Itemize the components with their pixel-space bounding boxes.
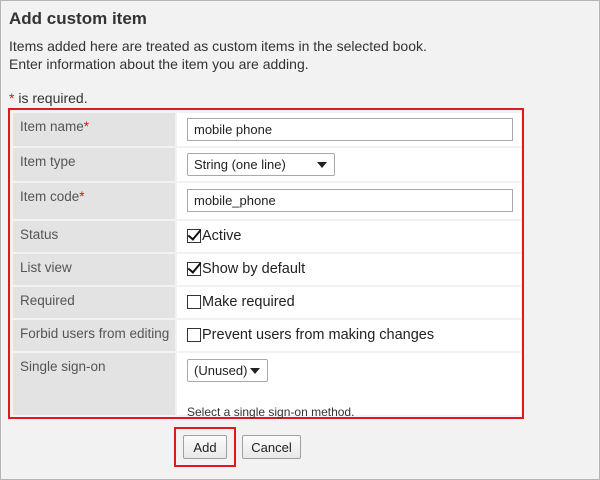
list-view-checkbox-wrap[interactable]: Show by default bbox=[187, 261, 305, 277]
row-item-name: Item name* bbox=[13, 113, 521, 146]
list-view-label: List view bbox=[13, 254, 175, 285]
single-sign-on-label: Single sign-on bbox=[13, 353, 175, 415]
row-required: Required Make required bbox=[13, 287, 521, 318]
row-forbid-editing: Forbid users from editing Prevent users … bbox=[13, 320, 521, 351]
show-by-default-label: Show by default bbox=[202, 261, 306, 277]
item-type-selected: String (one line) bbox=[194, 157, 286, 172]
required-note: * is required. bbox=[9, 90, 88, 106]
custom-item-form: Item name* Item type String (one line) I… bbox=[8, 108, 524, 419]
make-required-label: Make required bbox=[202, 294, 295, 310]
single-sign-on-cell: (Unused) Select a single sign-on method. bbox=[177, 353, 521, 419]
required-label: Required bbox=[13, 287, 175, 318]
prevent-changes-label: Prevent users from making changes bbox=[202, 327, 435, 343]
forbid-editing-cell: Prevent users from making changes bbox=[177, 320, 521, 351]
page-description: Items added here are treated as custom i… bbox=[9, 37, 427, 73]
required-star: * bbox=[79, 189, 85, 204]
item-code-label: Item code* bbox=[13, 183, 175, 219]
description-line-1: Items added here are treated as custom i… bbox=[9, 38, 427, 54]
required-star: * bbox=[83, 119, 90, 134]
make-required-checkbox[interactable] bbox=[187, 295, 201, 309]
row-single-sign-on: Single sign-on (Unused) Select a single … bbox=[13, 353, 521, 419]
required-note-text: is required. bbox=[14, 90, 88, 106]
add-button[interactable]: Add bbox=[183, 435, 227, 459]
status-label: Status bbox=[13, 221, 175, 252]
forbid-editing-checkbox-wrap[interactable]: Prevent users from making changes bbox=[187, 327, 434, 343]
item-name-label: Item name* bbox=[13, 113, 175, 146]
chevron-down-icon bbox=[317, 162, 327, 168]
required-cell: Make required bbox=[177, 287, 521, 318]
item-name-input[interactable] bbox=[187, 118, 513, 141]
status-checkbox-wrap[interactable]: Active bbox=[187, 228, 242, 244]
show-by-default-checkbox[interactable] bbox=[187, 262, 201, 276]
item-type-select[interactable]: String (one line) bbox=[187, 153, 335, 176]
item-code-input[interactable] bbox=[187, 189, 513, 212]
single-sign-on-select[interactable]: (Unused) bbox=[187, 359, 268, 382]
item-code-label-text: Item code bbox=[20, 189, 80, 204]
list-view-cell: Show by default bbox=[177, 254, 521, 285]
item-name-cell bbox=[177, 113, 521, 146]
cancel-button[interactable]: Cancel bbox=[242, 435, 301, 459]
active-checkbox-label: Active bbox=[202, 228, 242, 244]
active-checkbox[interactable] bbox=[187, 229, 201, 243]
single-sign-on-selected: (Unused) bbox=[194, 363, 248, 378]
row-item-type: Item type String (one line) bbox=[13, 148, 521, 181]
item-code-cell bbox=[177, 183, 521, 219]
row-item-code: Item code* bbox=[13, 183, 521, 219]
prevent-changes-checkbox[interactable] bbox=[187, 328, 201, 342]
chevron-down-icon bbox=[250, 368, 260, 374]
item-type-label: Item type bbox=[13, 148, 175, 181]
row-list-view: List view Show by default bbox=[13, 254, 521, 285]
item-type-cell: String (one line) bbox=[177, 148, 521, 181]
page-title: Add custom item bbox=[9, 9, 147, 28]
forbid-editing-label: Forbid users from editing bbox=[13, 320, 175, 351]
single-sign-on-hint: Select a single sign-on method. bbox=[187, 405, 355, 419]
item-name-label-text: Item name bbox=[20, 119, 84, 134]
required-checkbox-wrap[interactable]: Make required bbox=[187, 294, 295, 310]
status-cell: Active bbox=[177, 221, 521, 252]
description-line-2: Enter information about the item you are… bbox=[9, 56, 309, 72]
row-status: Status Active bbox=[13, 221, 521, 252]
